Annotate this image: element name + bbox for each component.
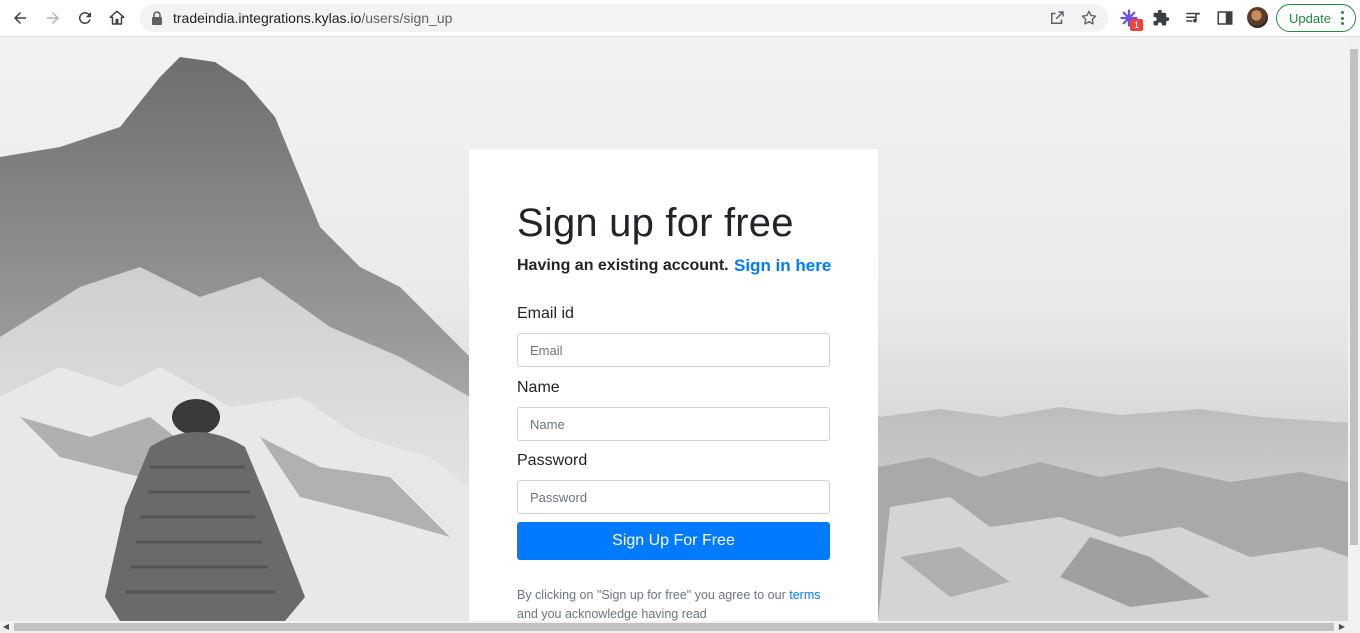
signup-card: Sign up for free Having an existing acco… — [469, 149, 878, 621]
legal-prefix: By clicking on "Sign up for free" you ag… — [517, 588, 786, 602]
horizontal-scrollbar-thumb[interactable] — [14, 623, 1334, 631]
media-icon[interactable] — [1184, 9, 1202, 27]
extension-badge: 1 — [1130, 19, 1143, 31]
existing-account-text: Having an existing account. — [517, 257, 729, 274]
puzzle-icon[interactable] — [1152, 9, 1170, 27]
home-icon[interactable] — [105, 6, 129, 30]
name-input[interactable] — [518, 408, 829, 440]
browser-toolbar: tradeindia.integrations.kylas.io/users/s… — [0, 0, 1360, 37]
scroll-left-arrow-icon[interactable]: ◀ — [0, 621, 12, 633]
horizontal-scrollbar[interactable]: ◀ ▶ — [0, 621, 1360, 633]
password-field[interactable] — [517, 480, 830, 514]
share-icon[interactable] — [1048, 9, 1066, 27]
sign-in-link[interactable]: Sign in here — [734, 256, 831, 276]
vertical-scrollbar-thumb[interactable] — [1350, 49, 1358, 545]
back-icon[interactable] — [8, 6, 32, 30]
email-field[interactable] — [517, 333, 830, 367]
email-input[interactable] — [518, 334, 829, 366]
legal-suffix: and you acknowledge having read — [517, 607, 707, 621]
update-label: Update — [1289, 11, 1331, 26]
reload-icon[interactable] — [73, 6, 97, 30]
name-label: Name — [517, 379, 560, 396]
address-bar[interactable]: tradeindia.integrations.kylas.io/users/s… — [140, 4, 1108, 32]
star-icon[interactable] — [1080, 9, 1098, 27]
lock-icon[interactable] — [150, 10, 164, 26]
scroll-right-arrow-icon[interactable]: ▶ — [1336, 621, 1348, 633]
more-menu-icon[interactable] — [1341, 11, 1345, 27]
password-input[interactable] — [518, 481, 829, 513]
page-background: Sign up for free Having an existing acco… — [0, 37, 1348, 621]
forward-icon[interactable] — [41, 6, 65, 30]
side-panel-icon[interactable] — [1216, 9, 1234, 27]
vertical-scrollbar[interactable] — [1348, 37, 1360, 621]
url-path: /users/sign_up — [361, 10, 453, 26]
url-text: tradeindia.integrations.kylas.io/users/s… — [173, 10, 452, 26]
legal-text: By clicking on "Sign up for free" you ag… — [517, 586, 837, 621]
email-label: Email id — [517, 305, 574, 322]
name-field[interactable] — [517, 407, 830, 441]
password-label: Password — [517, 452, 588, 469]
url-host: tradeindia.integrations.kylas.io — [173, 10, 362, 26]
update-button[interactable]: Update — [1276, 4, 1356, 32]
sign-up-button[interactable]: Sign Up For Free — [517, 522, 830, 560]
profile-avatar[interactable] — [1247, 7, 1268, 28]
page-title: Sign up for free — [517, 201, 794, 245]
terms-link[interactable]: terms — [789, 588, 820, 602]
